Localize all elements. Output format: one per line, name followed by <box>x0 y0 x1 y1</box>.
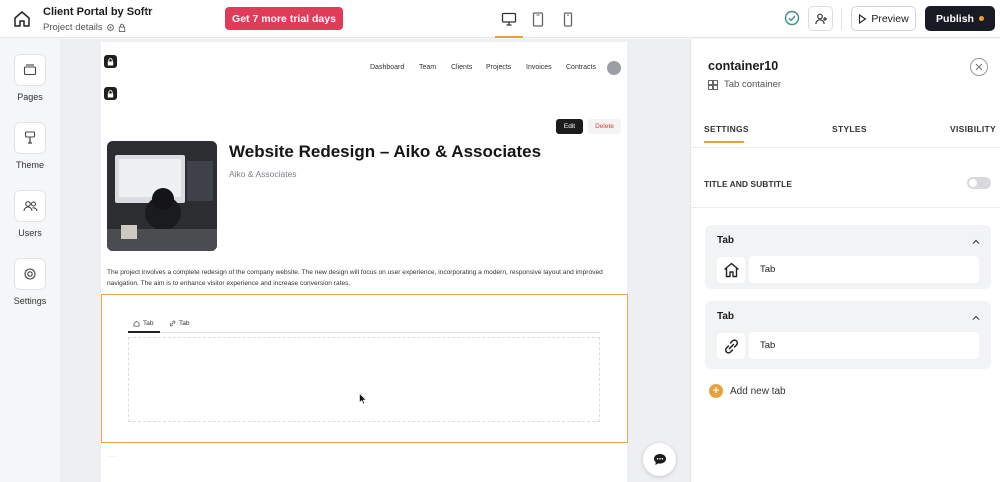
theme-icon <box>14 122 46 154</box>
pages-icon <box>14 54 46 86</box>
divider <box>691 207 1000 208</box>
title-subtitle-label: TITLE AND SUBTITLE <box>704 179 792 189</box>
home-icon[interactable] <box>717 257 745 283</box>
play-icon <box>859 13 867 24</box>
settings-icon <box>14 258 46 290</box>
grid-icon <box>708 79 718 90</box>
desktop-view-icon[interactable] <box>495 8 523 38</box>
preview-label: Preview <box>871 12 909 25</box>
chevron-up-icon[interactable] <box>971 310 981 328</box>
project-image <box>107 141 217 251</box>
tab-styles[interactable]: STYLES <box>832 124 867 134</box>
gear-icon <box>106 24 114 31</box>
mouse-cursor-icon <box>359 392 367 410</box>
project-title[interactable]: Client Portal by Softr <box>43 6 152 18</box>
nav-link-team[interactable]: Team <box>419 64 436 71</box>
add-user-icon <box>814 13 827 24</box>
active-tab-indicator <box>704 141 744 143</box>
page-title: Website Redesign – Aiko & Associates <box>229 142 542 161</box>
sidebar-item-pages[interactable]: Pages <box>0 54 60 102</box>
sidebar-label: Theme <box>15 160 44 170</box>
nav-link-invoices[interactable]: Invoices <box>526 64 552 71</box>
mobile-view-icon[interactable] <box>556 8 580 30</box>
header-divider <box>841 8 842 30</box>
page-subtitle: Aiko & Associates <box>229 169 297 179</box>
sidebar-item-theme[interactable]: Theme <box>0 122 60 170</box>
project-description: The project involves a complete redesign… <box>107 269 603 287</box>
tab-visibility[interactable]: VISIBILITY <box>950 124 996 134</box>
tab-card-header: Tab <box>717 235 735 246</box>
home-icon[interactable] <box>12 9 32 29</box>
title-subtitle-toggle[interactable] <box>967 177 991 189</box>
tab-card-2: Tab Tab <box>705 301 991 369</box>
tab-label: Tab <box>179 320 190 327</box>
unpublished-dot <box>978 16 984 21</box>
tab-divider <box>128 332 600 333</box>
nav-link-clients[interactable]: Clients <box>451 64 472 71</box>
tablet-view-icon[interactable] <box>526 8 550 30</box>
tab-name-input[interactable]: Tab <box>749 256 979 283</box>
preview-button[interactable]: Preview <box>851 6 916 31</box>
block-type-label: Tab container <box>724 79 782 90</box>
tab-settings[interactable]: SETTINGS <box>704 124 749 134</box>
lock-icon <box>118 23 125 32</box>
link-icon <box>169 320 176 327</box>
add-tab-label: Add new tab <box>730 385 786 397</box>
faint-footer-text: ····· <box>107 454 117 460</box>
invite-user-button[interactable] <box>808 6 833 31</box>
sidebar-label: Pages <box>17 92 43 102</box>
sidebar-label: Settings <box>13 296 47 306</box>
trial-button[interactable]: Get 7 more trial days <box>225 7 343 30</box>
sidebar-item-settings[interactable]: Settings <box>0 258 60 306</box>
tab-label: Tab <box>143 320 154 327</box>
delete-button[interactable]: Delete <box>588 119 621 134</box>
block-type: Tab container <box>708 79 781 90</box>
project-details-label: Project details <box>43 22 103 33</box>
lock-icon[interactable] <box>104 87 117 100</box>
chat-button[interactable] <box>643 443 676 476</box>
close-icon[interactable] <box>970 58 988 76</box>
project-details-link[interactable]: Project details <box>43 22 126 33</box>
nav-link-contracts[interactable]: Contracts <box>566 64 596 71</box>
sidebar-label: Users <box>18 228 42 238</box>
saved-check-icon[interactable] <box>784 10 800 26</box>
chat-icon <box>653 454 666 465</box>
avatar[interactable] <box>607 61 621 75</box>
nav-link-projects[interactable]: Projects <box>486 64 511 71</box>
top-bar: Client Portal by Softr Project details G… <box>0 0 1000 38</box>
chevron-up-icon[interactable] <box>971 234 981 252</box>
edit-button[interactable]: Edit <box>556 119 583 134</box>
publish-button[interactable]: Publish <box>925 6 995 31</box>
divider <box>691 147 1000 148</box>
canvas-tab-1[interactable]: Tab <box>133 320 153 327</box>
left-sidebar: Pages Theme Users Settings <box>0 39 60 482</box>
sidebar-item-users[interactable]: Users <box>0 190 60 238</box>
add-new-tab-button[interactable]: + Add new tab <box>709 384 786 398</box>
canvas-tab-2[interactable]: Tab <box>169 320 189 327</box>
active-tab-indicator <box>128 331 160 333</box>
plus-icon: + <box>709 384 723 398</box>
panel-title: container10 <box>708 59 779 73</box>
publish-label: Publish <box>936 12 974 25</box>
chevron-down-icon[interactable] <box>141 5 151 18</box>
tab-name-input[interactable]: Tab <box>749 332 979 359</box>
tab-card-1: Tab Tab <box>705 225 991 289</box>
users-icon <box>14 190 46 222</box>
home-icon <box>133 320 140 327</box>
lock-icon[interactable] <box>104 55 117 68</box>
tab-card-header: Tab <box>717 311 735 322</box>
link-icon[interactable] <box>717 333 745 359</box>
nav-link-dashboard[interactable]: Dashboard <box>370 64 404 71</box>
